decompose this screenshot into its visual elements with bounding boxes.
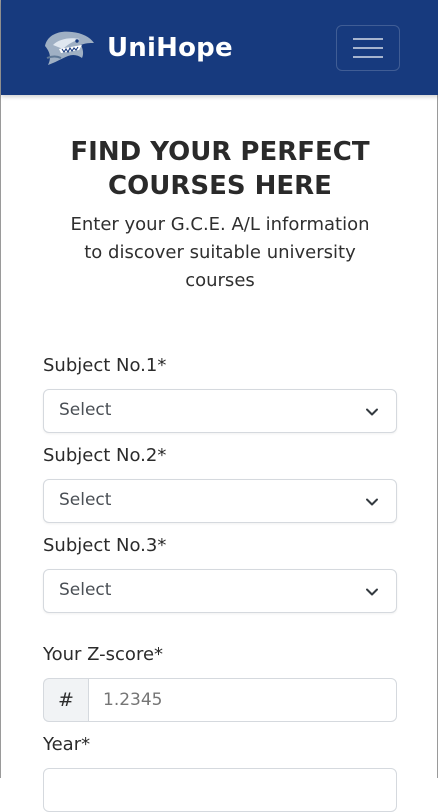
zscore-input[interactable] <box>88 678 397 722</box>
subject1-select[interactable]: Select <box>43 389 397 433</box>
top-navbar: UniHope <box>1 0 438 95</box>
chevron-down-icon <box>366 588 378 596</box>
subject3-select[interactable]: Select <box>43 569 397 613</box>
page-title-line-1: FIND YOUR PERFECT <box>70 137 370 167</box>
chevron-down-icon <box>366 498 378 506</box>
year-label: Year* <box>43 734 91 755</box>
hash-icon: # <box>43 678 88 722</box>
shark-logo-icon <box>45 31 94 65</box>
page-subtitle: Enter your G.C.E. A/L information to dis… <box>70 214 370 291</box>
page-title-line-2: COURSES HERE <box>108 171 332 201</box>
subject1-label: Subject No.1* <box>43 355 167 376</box>
subject3-label: Subject No.3* <box>43 535 167 556</box>
subject2-label: Subject No.2* <box>43 445 167 466</box>
hamburger-menu-icon <box>353 31 383 65</box>
brand[interactable]: UniHope <box>39 28 233 68</box>
subject2-select-value: Select <box>59 490 112 510</box>
subject3-select-value: Select <box>59 580 112 600</box>
menu-toggle-button[interactable] <box>336 25 400 71</box>
zscore-input-group: # <box>43 678 397 722</box>
chevron-down-icon <box>366 408 378 416</box>
subject1-select-value: Select <box>59 400 112 420</box>
brand-name: UniHope <box>107 33 233 63</box>
zscore-label: Your Z-score* <box>43 644 164 665</box>
year-select[interactable] <box>43 768 397 812</box>
subject2-select[interactable]: Select <box>43 479 397 523</box>
page-title: FIND YOUR PERFECT COURSES HERE <box>1 135 438 203</box>
